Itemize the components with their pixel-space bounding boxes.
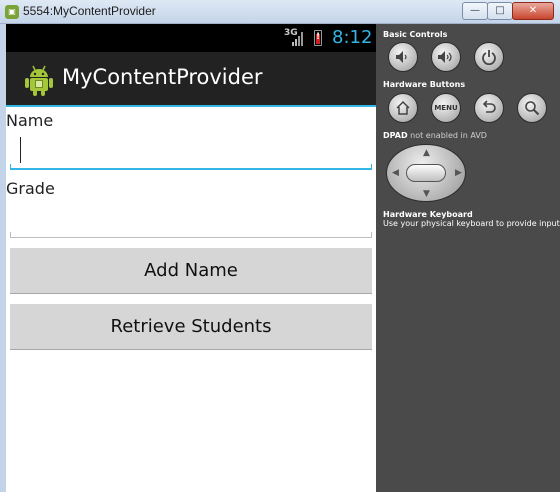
android-emulator-icon: ▣	[5, 5, 19, 19]
grade-input[interactable]	[10, 202, 372, 238]
emulator-control-panel: Basic Controls Hardware Buttons MENU DPA…	[376, 24, 560, 492]
volume-down-icon	[396, 51, 407, 63]
name-input-edge-left	[10, 164, 11, 170]
search-icon	[525, 101, 540, 116]
app-title: MyContentProvider	[62, 65, 263, 89]
back-icon	[482, 100, 496, 113]
dpad-down-icon: ▼	[423, 189, 430, 199]
name-label: Name	[6, 111, 54, 130]
hardware-keyboard-note: Use your physical keyboard to provide in…	[383, 219, 560, 228]
dpad-right-icon: ▶	[455, 168, 462, 178]
dpad-up-icon: ▲	[423, 148, 430, 158]
name-input[interactable]	[10, 134, 372, 170]
text-cursor	[20, 137, 21, 163]
hardware-buttons-heading: Hardware Buttons	[383, 80, 466, 89]
basic-controls-heading: Basic Controls	[383, 30, 448, 39]
minimize-button[interactable]: —	[462, 2, 488, 20]
android-robot-icon	[25, 65, 53, 96]
dpad-control[interactable]: ▲ ▼ ◀ ▶	[386, 144, 466, 202]
volume-up-icon	[438, 51, 452, 63]
window-title: 5554:MyContentProvider	[23, 4, 156, 18]
volume-up-button[interactable]	[431, 42, 461, 72]
search-button[interactable]	[517, 93, 547, 123]
grade-input-edge-right	[371, 232, 372, 238]
menu-button[interactable]: MENU	[431, 93, 461, 123]
dpad-center-button[interactable]	[406, 164, 446, 182]
volume-down-button[interactable]	[388, 42, 418, 72]
window-controls: — □ ✕	[462, 2, 554, 20]
back-button[interactable]	[474, 93, 504, 123]
close-button[interactable]: ✕	[512, 2, 554, 20]
dpad-note-bold: DPAD	[383, 131, 408, 140]
power-button[interactable]	[474, 42, 504, 72]
dpad-left-icon: ◀	[392, 168, 399, 178]
dpad-note-text: not enabled in AVD	[410, 131, 487, 140]
battery-alert: !	[315, 32, 321, 42]
add-name-button[interactable]: Add Name	[10, 248, 372, 294]
status-clock: 8:12	[332, 27, 373, 48]
home-icon	[396, 100, 410, 115]
maximize-button[interactable]: □	[487, 2, 513, 20]
window-titlebar: ▣ 5554:MyContentProvider — □ ✕	[0, 0, 560, 24]
status-bar: 3G ! 8:12	[6, 24, 376, 52]
dpad-note: DPAD not enabled in AVD	[383, 131, 487, 140]
name-input-edge-right	[371, 164, 372, 170]
battery-icon: !	[314, 30, 322, 46]
retrieve-students-button[interactable]: Retrieve Students	[10, 304, 372, 350]
hardware-keyboard-heading: Hardware Keyboard	[383, 210, 473, 219]
power-icon	[482, 50, 496, 65]
home-button[interactable]	[388, 93, 418, 123]
phone-screen: 3G ! 8:12 MyContentProvider Name Grade A…	[6, 24, 376, 492]
grade-label: Grade	[6, 179, 55, 198]
action-bar: MyContentProvider	[6, 52, 376, 107]
grade-input-edge-left	[10, 232, 11, 238]
signal-icon	[292, 32, 304, 46]
